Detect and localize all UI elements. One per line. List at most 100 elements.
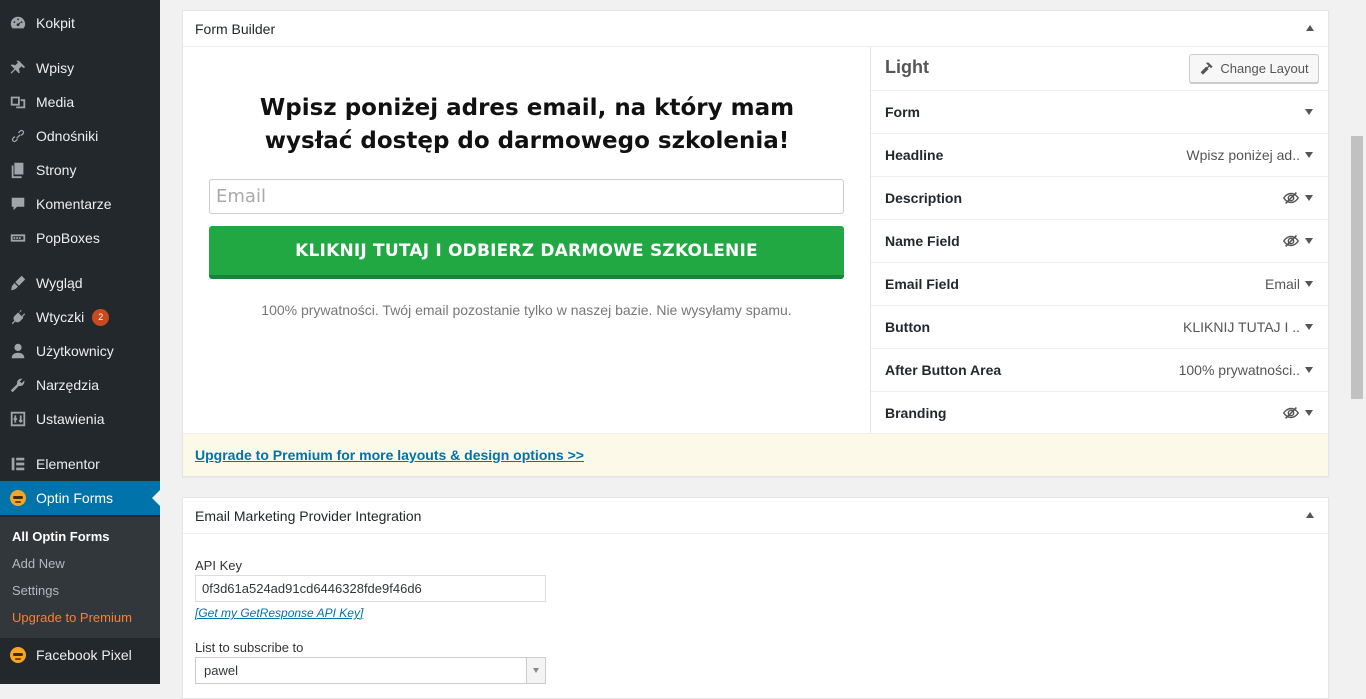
settings-row-label: Email Field	[885, 276, 959, 292]
menu-item-narzedzia[interactable]: Narzędzia	[0, 368, 160, 402]
dashboard-icon	[8, 13, 28, 33]
optin-forms-submenu: All Optin Forms Add New Settings Upgrade…	[0, 517, 160, 638]
settings-row-button[interactable]: Button KLIKNIJ TUTAJ I ..	[871, 306, 1328, 349]
menu-item-odnosniki[interactable]: Odnośniki	[0, 119, 160, 153]
menu-label: Użytkownicy	[36, 343, 114, 359]
hammer-icon	[1201, 62, 1214, 75]
settings-row-form[interactable]: Form	[871, 91, 1328, 134]
settings-row-name-field[interactable]: Name Field	[871, 220, 1328, 263]
popbox-icon	[8, 228, 28, 248]
admin-sidebar: Kokpit Wpisy Media Odnośniki Strony Kome…	[0, 0, 160, 684]
integration-header[interactable]: Email Marketing Provider Integration	[183, 498, 1328, 534]
chevron-down-icon	[1305, 410, 1313, 416]
collapse-toggle-icon[interactable]	[1306, 512, 1314, 518]
form-settings-panel: Light Change Layout Form Headline Wpisz …	[870, 47, 1328, 433]
form-builder-header[interactable]: Form Builder	[183, 11, 1328, 47]
update-count-badge: 2	[92, 308, 110, 326]
plugin-icon	[8, 307, 28, 327]
menu-item-popboxes[interactable]: PopBoxes	[0, 221, 160, 255]
change-layout-button[interactable]: Change Layout	[1189, 54, 1319, 83]
integration-panel: Email Marketing Provider Integration API…	[182, 497, 1329, 699]
optin-mascot-icon	[8, 488, 28, 508]
preview-email-input[interactable]	[209, 179, 844, 214]
media-icon	[8, 92, 28, 112]
settings-row-email-field[interactable]: Email Field Email	[871, 263, 1328, 306]
settings-row-value: Wpisz poniżej ad..	[1186, 147, 1300, 163]
upgrade-notice-bar: Upgrade to Premium for more layouts & de…	[183, 433, 1328, 476]
pin-icon	[8, 58, 28, 78]
dropdown-arrow-icon[interactable]	[526, 658, 545, 683]
settings-row-label: After Button Area	[885, 362, 1002, 378]
preview-after-button-text: 100% prywatności. Twój email pozostanie …	[261, 302, 792, 318]
form-preview: Wpisz poniżej adres email, na który mam …	[183, 47, 870, 433]
menu-item-wyglad[interactable]: Wygląd	[0, 266, 160, 300]
submenu-settings[interactable]: Settings	[12, 583, 59, 598]
elementor-icon	[8, 454, 28, 474]
menu-item-elementor[interactable]: Elementor	[0, 447, 160, 481]
chevron-down-icon	[1305, 195, 1313, 201]
pages-icon	[8, 160, 28, 180]
page-scrollbar[interactable]	[1349, 0, 1366, 684]
upgrade-premium-link[interactable]: Upgrade to Premium for more layouts & de…	[195, 447, 584, 463]
menu-item-komentarze[interactable]: Komentarze	[0, 187, 160, 221]
eye-hidden-icon	[1282, 404, 1300, 422]
comment-icon	[8, 194, 28, 214]
settings-row-value: Email	[1264, 276, 1300, 292]
menu-label: PopBoxes	[36, 230, 100, 246]
menu-label: Strony	[36, 162, 77, 178]
change-layout-label: Change Layout	[1220, 61, 1309, 76]
menu-label: Facebook Pixel	[36, 647, 132, 663]
menu-item-ustawienia[interactable]: Ustawienia	[0, 402, 160, 436]
settings-row-label: Branding	[885, 405, 947, 421]
settings-row-after-button-area[interactable]: After Button Area 100% prywatności..	[871, 349, 1328, 392]
list-select-value: pawel	[204, 663, 238, 678]
scrollbar-thumb[interactable]	[1351, 136, 1363, 399]
eye-hidden-icon	[1282, 189, 1300, 207]
menu-item-optin-forms[interactable]: Optin Forms	[0, 481, 160, 515]
chevron-down-icon	[1305, 109, 1313, 115]
chevron-down-icon	[1305, 238, 1313, 244]
settings-icon	[8, 409, 28, 429]
settings-row-label: Form	[885, 104, 920, 120]
menu-label: Wtyczki	[36, 309, 85, 325]
menu-item-uzytkownicy[interactable]: Użytkownicy	[0, 334, 160, 368]
menu-item-media[interactable]: Media	[0, 85, 160, 119]
chevron-down-icon	[1305, 324, 1313, 330]
menu-label: Elementor	[36, 456, 100, 472]
get-api-key-link[interactable]: [Get my GetResponse API Key]	[195, 606, 363, 620]
submenu-add-new[interactable]: Add New	[12, 556, 65, 571]
wrench-icon	[8, 375, 28, 395]
menu-label: Ustawienia	[36, 411, 105, 427]
preview-cta-button[interactable]: KLIKNIJ TUTAJ I ODBIERZ DARMOWE SZKOLENI…	[209, 226, 844, 279]
settings-row-label: Description	[885, 190, 963, 206]
settings-row-value: 100% prywatności..	[1178, 362, 1300, 378]
submenu-all-optin-forms[interactable]: All Optin Forms	[12, 529, 110, 544]
pixel-mascot-icon	[8, 645, 28, 665]
menu-label: Wygląd	[36, 275, 83, 291]
menu-item-kokpit[interactable]: Kokpit	[0, 6, 160, 40]
settings-row-label: Name Field	[885, 233, 960, 249]
menu-label: Komentarze	[36, 196, 112, 212]
settings-top-bar: Light Change Layout	[871, 47, 1328, 91]
list-label: List to subscribe to	[195, 640, 304, 655]
menu-item-wpisy[interactable]: Wpisy	[0, 51, 160, 85]
menu-item-strony[interactable]: Strony	[0, 153, 160, 187]
settings-row-branding[interactable]: Branding	[871, 392, 1328, 434]
api-key-input[interactable]	[195, 575, 546, 602]
menu-label: Kokpit	[36, 15, 75, 31]
settings-row-value: KLIKNIJ TUTAJ I ..	[1183, 319, 1300, 335]
menu-item-facebook-pixel[interactable]: Facebook Pixel	[0, 638, 160, 672]
list-select[interactable]: pawel	[195, 657, 546, 684]
users-icon	[8, 341, 28, 361]
collapse-toggle-icon[interactable]	[1306, 25, 1314, 31]
settings-row-label: Button	[885, 319, 931, 335]
menu-label: Media	[36, 94, 75, 110]
menu-item-wtyczki[interactable]: Wtyczki 2	[0, 300, 160, 334]
chevron-down-icon	[1305, 281, 1313, 287]
settings-row-headline[interactable]: Headline Wpisz poniżej ad..	[871, 134, 1328, 177]
brush-icon	[8, 273, 28, 293]
eye-hidden-icon	[1282, 232, 1300, 250]
form-builder-title: Form Builder	[195, 20, 276, 37]
settings-row-description[interactable]: Description	[871, 177, 1328, 220]
submenu-upgrade-to-premium[interactable]: Upgrade to Premium	[12, 610, 132, 625]
